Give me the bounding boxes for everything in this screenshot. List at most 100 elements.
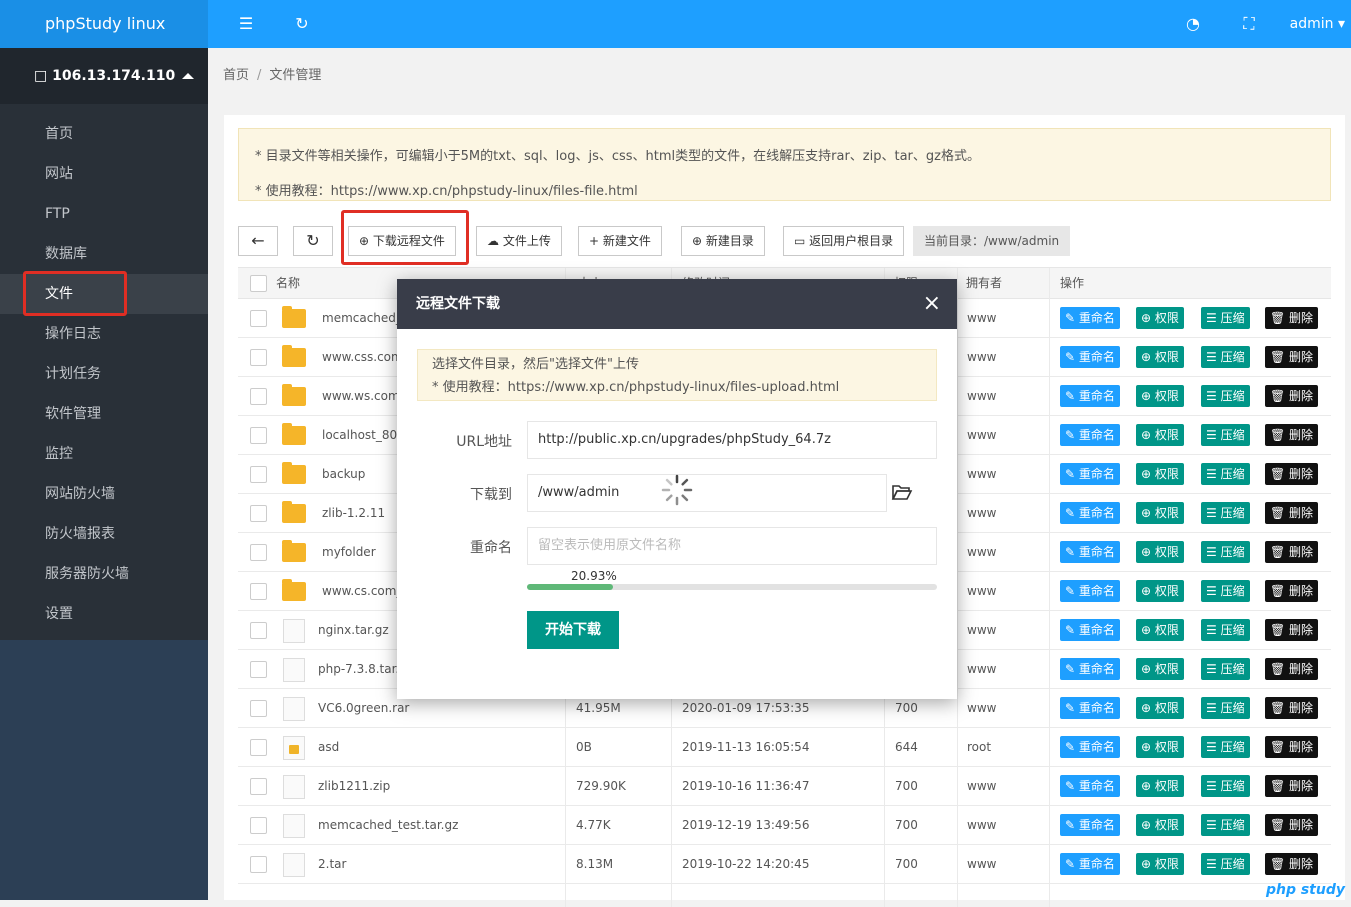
rename-button[interactable]: ✎ 重命名: [1060, 541, 1120, 563]
compress-button[interactable]: ☰ 压缩: [1201, 814, 1250, 836]
file-name[interactable]: www.css.com_: [322, 338, 409, 377]
permission-button[interactable]: ⊕ 权限: [1136, 541, 1184, 563]
refresh-icon[interactable]: ↻: [287, 0, 317, 48]
dashboard-icon[interactable]: ◔: [1178, 0, 1208, 48]
compress-button[interactable]: ☰ 压缩: [1201, 502, 1250, 524]
sidebar-item-7[interactable]: 软件管理: [0, 394, 208, 434]
permission-button[interactable]: ⊕ 权限: [1136, 775, 1184, 797]
delete-button[interactable]: 🗑 删除: [1265, 463, 1318, 485]
file-name[interactable]: 2.tar: [318, 845, 346, 884]
row-checkbox[interactable]: [250, 661, 267, 678]
permission-button[interactable]: ⊕ 权限: [1136, 580, 1184, 602]
rename-input[interactable]: 留空表示使用原文件名称: [527, 527, 937, 565]
sidebar-item-10[interactable]: 防火墙报表: [0, 514, 208, 554]
rename-button[interactable]: ✎ 重命名: [1060, 463, 1120, 485]
row-checkbox[interactable]: [250, 622, 267, 639]
rename-button[interactable]: ✎ 重命名: [1060, 775, 1120, 797]
fullscreen-icon[interactable]: ⛶: [1234, 0, 1264, 48]
compress-button[interactable]: ☰ 压缩: [1201, 853, 1250, 875]
rename-button[interactable]: ✎ 重命名: [1060, 502, 1120, 524]
menu-toggle-icon[interactable]: ☰: [231, 0, 261, 48]
rename-button[interactable]: ✎ 重命名: [1060, 697, 1120, 719]
start-download-button[interactable]: 开始下载: [527, 611, 619, 649]
delete-button[interactable]: 🗑 删除: [1265, 541, 1318, 563]
sidebar-item-0[interactable]: 首页: [0, 114, 208, 154]
return-home-button[interactable]: ▭ 返回用户根目录: [783, 226, 904, 256]
row-checkbox[interactable]: [250, 817, 267, 834]
permission-button[interactable]: ⊕ 权限: [1136, 853, 1184, 875]
permission-button[interactable]: ⊕ 权限: [1136, 463, 1184, 485]
compress-button[interactable]: ☰ 压缩: [1201, 307, 1250, 329]
rename-button[interactable]: ✎ 重命名: [1060, 346, 1120, 368]
delete-button[interactable]: 🗑 删除: [1265, 424, 1318, 446]
rename-button[interactable]: ✎ 重命名: [1060, 814, 1120, 836]
select-all-checkbox[interactable]: [250, 275, 267, 292]
host-selector[interactable]: □ 106.13.174.110: [0, 48, 208, 104]
permission-button[interactable]: ⊕ 权限: [1136, 619, 1184, 641]
sidebar-item-1[interactable]: 网站: [0, 154, 208, 194]
sidebar-item-12[interactable]: 设置: [0, 594, 208, 634]
sidebar-item-6[interactable]: 计划任务: [0, 354, 208, 394]
table-row[interactable]: asd0B2019-11-13 16:05:54644root✎ 重命名⊕ 权限…: [238, 728, 1331, 767]
rename-button[interactable]: ✎ 重命名: [1060, 307, 1120, 329]
user-menu[interactable]: admin ▾: [1290, 0, 1351, 48]
file-name[interactable]: www.ws.com_: [322, 377, 406, 416]
compress-button[interactable]: ☰ 压缩: [1201, 424, 1250, 446]
file-name[interactable]: zlib-1.2.11: [322, 494, 385, 533]
back-button[interactable]: ←: [238, 226, 278, 256]
new-file-button[interactable]: + 新建文件: [578, 226, 662, 256]
delete-button[interactable]: 🗑 删除: [1265, 775, 1318, 797]
sidebar-item-8[interactable]: 监控: [0, 434, 208, 474]
file-name[interactable]: www.cs.com_: [322, 572, 402, 611]
permission-button[interactable]: ⊕ 权限: [1136, 736, 1184, 758]
upload-button[interactable]: ☁ 文件上传: [476, 226, 562, 256]
delete-button[interactable]: 🗑 删除: [1265, 346, 1318, 368]
breadcrumb-home[interactable]: 首页: [223, 68, 249, 83]
file-name[interactable]: myfolder: [322, 533, 376, 572]
compress-button[interactable]: ☰ 压缩: [1201, 619, 1250, 641]
compress-button[interactable]: ☰ 压缩: [1201, 775, 1250, 797]
rename-button[interactable]: ✎ 重命名: [1060, 736, 1120, 758]
row-checkbox[interactable]: [250, 739, 267, 756]
table-row[interactable]: memcached_test.tar.gz4.77K2019-12-19 13:…: [238, 806, 1331, 845]
row-checkbox[interactable]: [250, 310, 267, 327]
delete-button[interactable]: 🗑 删除: [1265, 814, 1318, 836]
dest-input[interactable]: /www/admin: [527, 474, 887, 512]
delete-button[interactable]: 🗑 删除: [1265, 697, 1318, 719]
row-checkbox[interactable]: [250, 427, 267, 444]
sidebar-item-2[interactable]: FTP: [0, 194, 208, 234]
rename-button[interactable]: ✎ 重命名: [1060, 853, 1120, 875]
file-name[interactable]: localhost_80: [322, 416, 397, 455]
table-row[interactable]: 2.tar8.13M2019-10-22 14:20:45700www✎ 重命名…: [238, 845, 1331, 884]
row-checkbox[interactable]: [250, 505, 267, 522]
permission-button[interactable]: ⊕ 权限: [1136, 697, 1184, 719]
row-checkbox[interactable]: [250, 349, 267, 366]
new-dir-button[interactable]: ⊕ 新建目录: [681, 226, 765, 256]
permission-button[interactable]: ⊕ 权限: [1136, 424, 1184, 446]
compress-button[interactable]: ☰ 压缩: [1201, 658, 1250, 680]
compress-button[interactable]: ☰ 压缩: [1201, 463, 1250, 485]
delete-button[interactable]: 🗑 删除: [1265, 307, 1318, 329]
rename-button[interactable]: ✎ 重命名: [1060, 385, 1120, 407]
compress-button[interactable]: ☰ 压缩: [1201, 541, 1250, 563]
folder-open-icon[interactable]: [891, 482, 913, 502]
row-checkbox[interactable]: [250, 700, 267, 717]
rename-button[interactable]: ✎ 重命名: [1060, 424, 1120, 446]
permission-button[interactable]: ⊕ 权限: [1136, 385, 1184, 407]
row-checkbox[interactable]: [250, 388, 267, 405]
permission-button[interactable]: ⊕ 权限: [1136, 814, 1184, 836]
rename-button[interactable]: ✎ 重命名: [1060, 658, 1120, 680]
delete-button[interactable]: 🗑 删除: [1265, 853, 1318, 875]
delete-button[interactable]: 🗑 删除: [1265, 736, 1318, 758]
permission-button[interactable]: ⊕ 权限: [1136, 658, 1184, 680]
permission-button[interactable]: ⊕ 权限: [1136, 502, 1184, 524]
delete-button[interactable]: 🗑 删除: [1265, 619, 1318, 641]
compress-button[interactable]: ☰ 压缩: [1201, 580, 1250, 602]
file-name[interactable]: VC6.0green.rar: [318, 689, 409, 728]
file-name[interactable]: backup: [322, 455, 365, 494]
delete-button[interactable]: 🗑 删除: [1265, 502, 1318, 524]
file-name[interactable]: php-7.3.8.tar.g: [318, 650, 407, 689]
file-name[interactable]: memcached_test.tar.gz: [318, 806, 458, 845]
delete-button[interactable]: 🗑 删除: [1265, 580, 1318, 602]
table-row[interactable]: zlib1211.zip729.90K2019-10-16 11:36:4770…: [238, 767, 1331, 806]
